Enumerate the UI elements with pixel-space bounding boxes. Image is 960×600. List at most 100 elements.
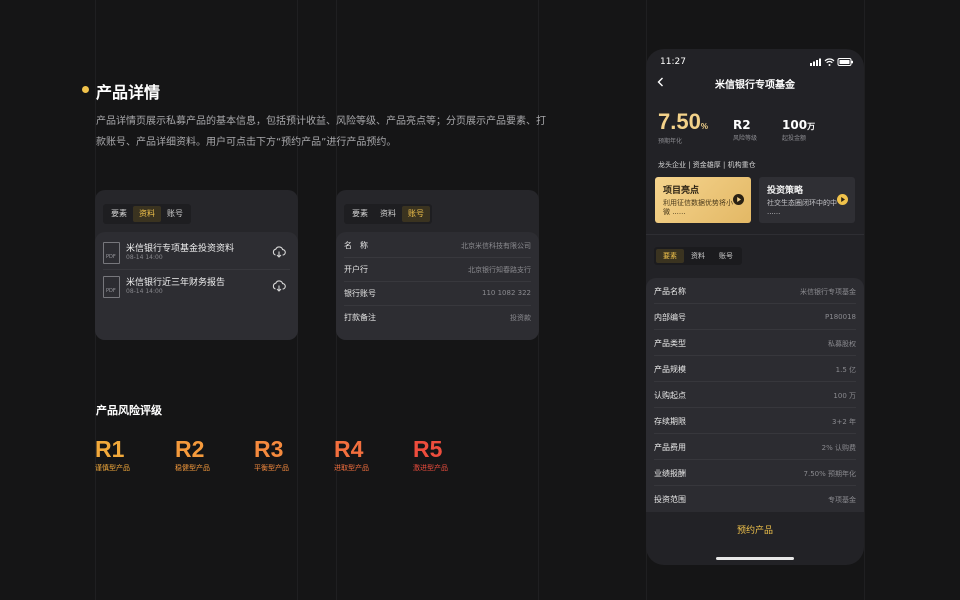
tab-documents[interactable]: 资料 [133, 206, 161, 222]
stat-risk-level: R2 风险等级 [733, 118, 757, 142]
section-title: 产品详情 [96, 83, 161, 102]
file-name: 米信银行专项基金投资资料 [126, 244, 235, 254]
row-label: 业绩报酬 [654, 469, 686, 478]
risk-level-r1: R1 谨慎型产品 [95, 436, 130, 473]
product-details-list: 产品名称 米信银行专项基金 内部编号 P180018 产品类型 私募股权 产品规… [646, 278, 864, 512]
row-label: 开户行 [344, 265, 368, 274]
tab-documents[interactable]: 资料 [684, 249, 712, 263]
risk-level-r2: R2 稳健型产品 [175, 436, 210, 473]
detail-row: 认购起点 100 万 [654, 382, 856, 408]
row-label: 内部编号 [654, 313, 686, 322]
tab-account[interactable]: 账号 [161, 206, 189, 222]
home-indicator [716, 557, 794, 560]
risk-name: 进取型产品 [334, 464, 369, 472]
row-label: 存续期限 [654, 417, 686, 426]
account-details: 名 称 北京米信科技有限公司 开户行 北京银行知春路支行 银行账号 110 10… [336, 232, 539, 340]
tab-elements[interactable]: 要素 [105, 206, 133, 222]
account-card: 要素 资料 账号 名 称 北京米信科技有限公司 开户行 北京银行知春路支行 银行… [336, 190, 539, 340]
risk-code: R1 [95, 436, 125, 462]
tab-documents[interactable]: 资料 [374, 206, 402, 222]
file-date: 08-14 14:00 [126, 254, 163, 261]
wifi-icon [824, 58, 835, 64]
play-icon[interactable] [733, 194, 744, 205]
stat-value: 100 [782, 118, 808, 132]
detail-row: 产品规模 1.5 亿 [654, 356, 856, 382]
account-row: 开户行 北京银行知春路支行 [344, 258, 531, 282]
stat-label: 预期年化 [658, 138, 683, 145]
reserve-button[interactable]: 预约产品 [646, 523, 864, 536]
card-tab-bar: 要素 资料 账号 [344, 204, 432, 224]
feature-card-strategy[interactable]: 投资策略 社交生态圈闭环中的中 ...... [759, 177, 855, 223]
section-description: 产品详情页展示私募产品的基本信息，包括预计收益、风险等级、产品亮点等；分页展示产… [96, 116, 546, 148]
row-value: P180018 [825, 313, 856, 321]
tab-account[interactable]: 账号 [402, 206, 430, 222]
risk-name: 激进型产品 [413, 464, 448, 472]
risk-name: 稳健型产品 [175, 464, 210, 472]
pdf-icon: PDF [103, 276, 120, 298]
detail-row: 投资范围 专项基金 [654, 486, 856, 512]
stat-value: R2 [733, 118, 751, 132]
documents-list: PDF 米信银行专项基金投资资料 08-14 14:00 PDF 米信银行近三年… [95, 232, 298, 340]
row-value: 米信银行专项基金 [800, 288, 856, 296]
file-row[interactable]: PDF 米信银行近三年财务报告 08-14 14:00 [103, 274, 290, 304]
row-label: 打款备注 [344, 313, 376, 322]
product-tags: 龙头企业 | 资金雄厚 | 机构重仓 [658, 161, 756, 169]
signal-icon [810, 58, 821, 66]
row-value: 7.50% 预期年化 [803, 470, 856, 478]
stat-label: 起投金额 [782, 135, 807, 142]
status-time: 11:27 [660, 57, 686, 67]
risk-code: R4 [334, 436, 364, 462]
divider [646, 234, 864, 235]
risk-code: R2 [175, 436, 205, 462]
documents-card: 要素 资料 账号 PDF 米信银行专项基金投资资料 08-14 14:00 PD… [95, 190, 298, 340]
file-date: 08-14 14:00 [126, 288, 163, 295]
risk-level-r5: R5 激进型产品 [413, 436, 448, 473]
row-value: 私募股权 [828, 340, 856, 348]
stat-unit: 万 [807, 122, 816, 131]
row-label: 产品类型 [654, 339, 686, 348]
risk-code: R5 [413, 436, 443, 462]
row-label: 银行账号 [344, 289, 376, 298]
file-row[interactable]: PDF 米信银行专项基金投资资料 08-14 14:00 [103, 240, 290, 270]
row-label: 产品名称 [654, 287, 686, 296]
row-value: 专项基金 [828, 496, 856, 504]
feature-title: 投资策略 [767, 186, 804, 196]
cloud-download-icon[interactable] [272, 279, 286, 293]
risk-level-r3: R3 平衡型产品 [254, 436, 289, 473]
row-label: 产品规模 [654, 365, 686, 374]
risk-name: 谨慎型产品 [95, 464, 130, 472]
cloud-download-icon[interactable] [272, 245, 286, 259]
detail-row: 产品类型 私募股权 [654, 330, 856, 356]
stat-min-investment: 100万 起投金额 [782, 118, 815, 142]
risk-code: R3 [254, 436, 284, 462]
account-row: 名 称 北京米信科技有限公司 [344, 234, 531, 258]
card-tab-bar: 要素 资料 账号 [103, 204, 191, 224]
tab-elements[interactable]: 要素 [346, 206, 374, 222]
stat-annual-return: 7.50% 预期年化 [658, 109, 708, 145]
row-value: 投资款 [510, 314, 531, 322]
row-value: 2% 认购费 [821, 444, 856, 452]
feature-card-highlights[interactable]: 项目亮点 利用征信数据优势将小微 ...... [655, 177, 751, 223]
row-value: 110 1082 322 [482, 289, 531, 297]
detail-row: 产品费用 2% 认购费 [654, 434, 856, 460]
feature-title: 项目亮点 [663, 186, 700, 196]
row-label: 产品费用 [654, 443, 686, 452]
risk-level-r4: R4 进取型产品 [334, 436, 369, 473]
risk-name: 平衡型产品 [254, 464, 289, 472]
status-icons [810, 58, 853, 66]
row-value: 3+2 年 [832, 418, 856, 426]
play-icon[interactable] [837, 194, 848, 205]
detail-row: 内部编号 P180018 [654, 304, 856, 330]
stat-value: 7.50 [658, 109, 701, 134]
account-row: 银行账号 110 1082 322 [344, 282, 531, 306]
guide-line [864, 0, 865, 600]
tab-account[interactable]: 账号 [712, 249, 740, 263]
detail-row: 业绩报酬 7.50% 预期年化 [654, 460, 856, 486]
phone-mockup: 11:27 米信银行专项基金 7.50% 预期年化 R2 风险等级 100万 起… [646, 49, 864, 565]
stat-label: 风险等级 [733, 135, 758, 142]
nav-title: 米信银行专项基金 [715, 80, 795, 91]
file-name: 米信银行近三年财务报告 [126, 278, 226, 288]
tab-elements[interactable]: 要素 [656, 249, 684, 263]
title-bullet [82, 86, 89, 93]
row-label: 名 称 [344, 241, 368, 250]
